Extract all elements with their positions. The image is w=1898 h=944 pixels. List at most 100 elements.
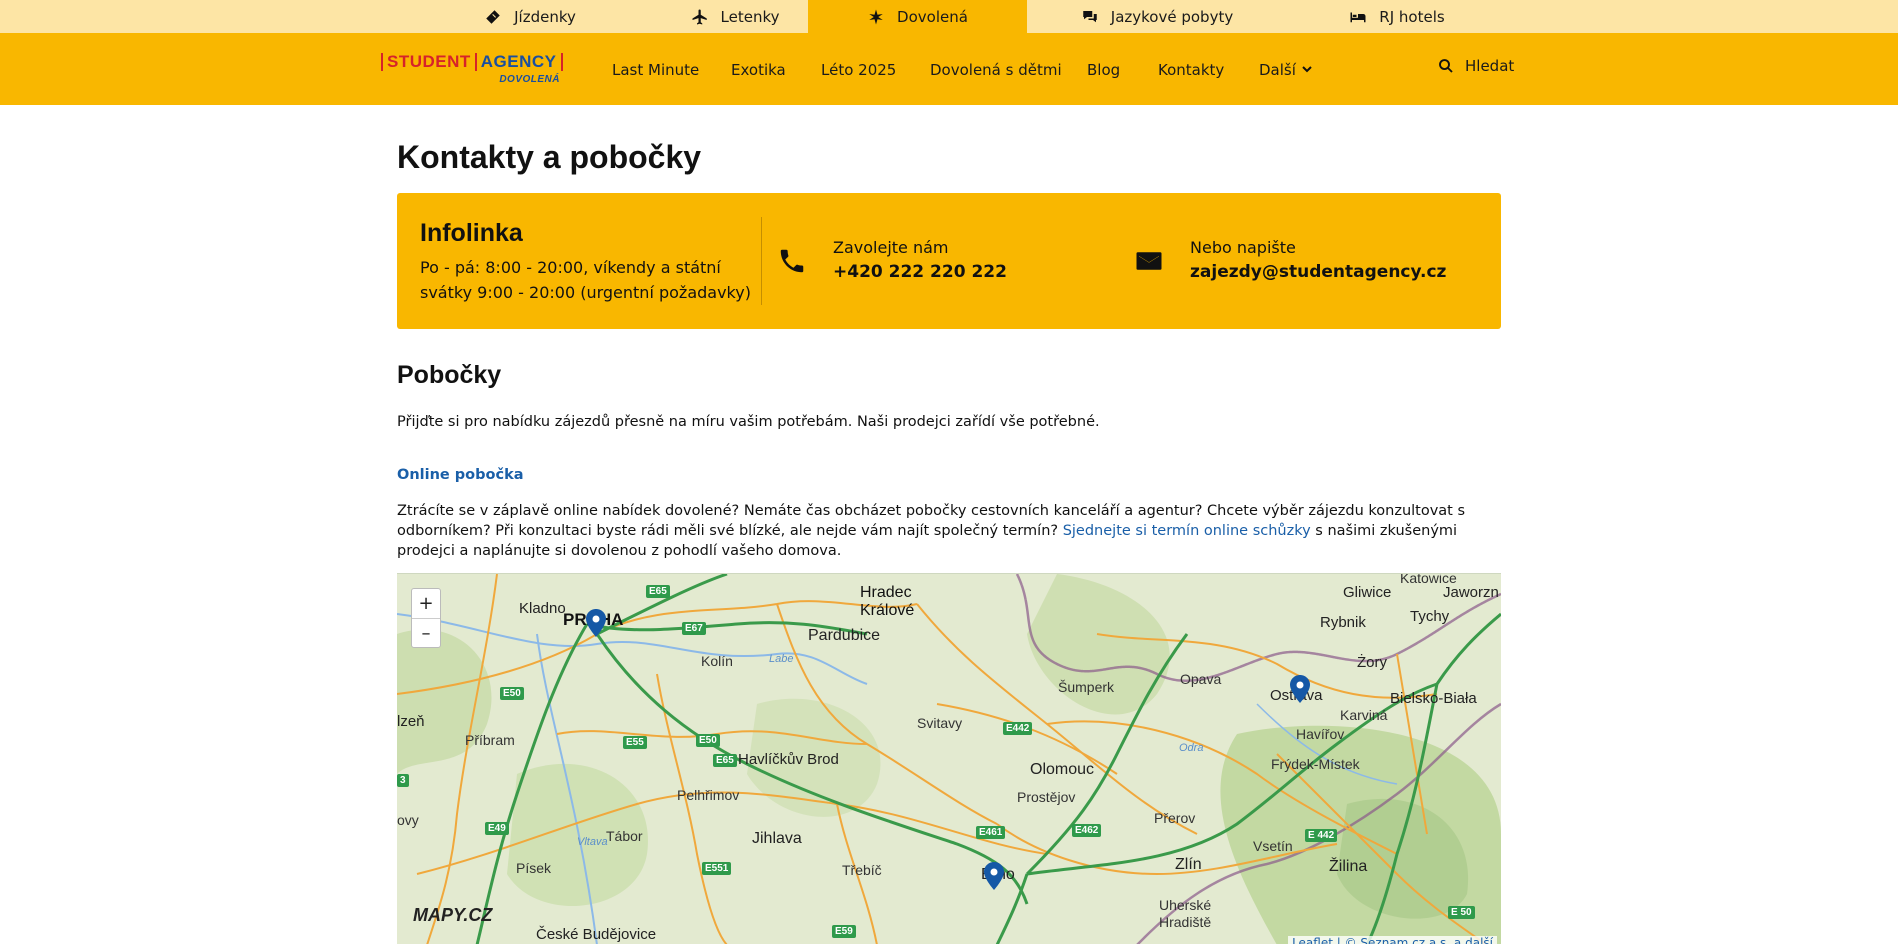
map-label: Vltava (577, 836, 608, 848)
online-branch-text: Ztrácíte se v záplavě online nabídek dov… (397, 501, 1507, 561)
map-label: Uherské (1159, 897, 1212, 913)
search-button[interactable]: Hledat (1437, 57, 1514, 75)
call-label: Zavolejte nám (833, 238, 949, 257)
map-label: Jaworzn (1443, 584, 1499, 601)
map-label: Pelhřimov (677, 787, 740, 803)
road-label: E59 (832, 925, 856, 938)
map-label: Hradec (860, 584, 912, 601)
nav-leto-2025[interactable]: Léto 2025 (821, 61, 896, 79)
map-label: Labe (769, 653, 794, 665)
branch-marker-brno[interactable] (984, 862, 1004, 890)
nav-dalsi[interactable]: Další (1259, 61, 1312, 79)
logo-wordmark: STUDENT AGENCY (381, 52, 563, 71)
tab-letenky[interactable]: Letenky (640, 0, 830, 33)
map-label: Pardubice (808, 627, 881, 644)
zoom-out-button[interactable]: – (412, 618, 440, 647)
nav-exotika[interactable]: Exotika (731, 61, 786, 79)
phone-icon (780, 249, 804, 273)
tab-rj-hotels[interactable]: RJ hotels (1287, 0, 1507, 33)
map-label: lzeň (397, 713, 425, 730)
chevron-down-icon (1302, 66, 1312, 73)
map-label: Olomouc (1030, 761, 1095, 778)
branches-heading: Pobočky (397, 361, 502, 389)
map-label: Opava (1180, 671, 1222, 687)
logo-sub: DOVOLENÁ (499, 74, 560, 85)
map-label: Żory (1357, 654, 1387, 671)
tab-jazykove-pobyty[interactable]: Jazykové pobyty (1027, 0, 1287, 33)
map-label: Havlíčkův Brod (738, 751, 839, 768)
tab-dovolena[interactable]: Dovolená (808, 0, 1027, 33)
infolinka-hours: Po - pá: 8:00 - 20:00, víkendy a státní … (420, 258, 751, 302)
logo-student: STUDENT (387, 52, 471, 71)
map-label: Svitavy (917, 715, 963, 731)
road-label: E 442 (1305, 829, 1338, 842)
road-label: E49 (485, 822, 509, 835)
bed-icon (1350, 12, 1366, 22)
map-label: Odra (1179, 742, 1204, 754)
tab-jizdenky[interactable]: Jízdenky (420, 0, 640, 33)
map-label: ovy (397, 812, 419, 828)
map-label: Přerov (1154, 810, 1196, 826)
search-icon (1439, 59, 1453, 73)
mail-icon (1136, 252, 1162, 270)
map-label: Gliwice (1343, 584, 1392, 601)
map-label: Zlín (1175, 856, 1202, 873)
logo-bar (560, 53, 563, 71)
nav-blog[interactable]: Blog (1087, 61, 1120, 79)
road-label: E65 (713, 754, 737, 767)
tab-label: Jazykové pobyty (1110, 7, 1234, 26)
map-label: Kolín (701, 653, 733, 669)
map-label: Kladno (519, 600, 566, 617)
map-label: Tychy (1410, 608, 1450, 625)
branch-marker-praha[interactable] (586, 609, 606, 637)
map-label: Tábor (606, 828, 643, 844)
map-label: Prostějov (1017, 789, 1076, 805)
logo-agency: AGENCY (480, 52, 557, 71)
online-meeting-link[interactable]: Sjednejte si termín online schůzky (1063, 523, 1311, 539)
branches-intro: Přijďte si pro nabídku zájezdů přesně na… (397, 414, 1100, 430)
road-label: E442 (1003, 722, 1033, 735)
map-label: Žilina (1329, 858, 1368, 875)
plane-icon (692, 9, 707, 24)
road-label: E461 (976, 826, 1006, 839)
nav-kontakty[interactable]: Kontakty (1158, 61, 1224, 79)
map-label: Jihlava (752, 830, 802, 847)
map-label: Králové (860, 602, 915, 619)
road-label: E50 (500, 687, 524, 700)
search-label: Hledat (1465, 57, 1515, 75)
product-bar: Jízdenky Letenky Dovolená Jazykové pobyt… (0, 0, 1898, 33)
map-label: Vsetín (1253, 838, 1293, 854)
road-label: E50 (696, 734, 720, 747)
road-label: E55 (623, 736, 647, 749)
map-label: Rybnik (1320, 614, 1366, 631)
tab-label: Jízdenky (514, 7, 576, 26)
ticket-icon (486, 9, 500, 24)
infolinka-box: Infolinka Po - pá: 8:00 - 20:00, víkendy… (397, 193, 1501, 329)
map-zoom-control: + – (411, 588, 441, 648)
page-title: Kontakty a pobočky (397, 139, 702, 175)
write-label: Nebo napište (1190, 238, 1296, 257)
road-label: E67 (682, 622, 706, 635)
nav-last-minute[interactable]: Last Minute (612, 61, 699, 79)
branch-marker-ostrava[interactable] (1290, 675, 1310, 703)
map-label: Bielsko-Biała (1390, 690, 1477, 707)
nav-dalsi-label: Další (1259, 61, 1296, 79)
phone-number[interactable]: +420 222 220 222 (833, 262, 1007, 282)
map-label: Šumperk (1058, 679, 1115, 695)
nav-dovolena-s-detmi[interactable]: Dovolená s dětmi (930, 61, 1062, 79)
chat-icon (1083, 10, 1097, 22)
road-label: 3 (397, 774, 409, 787)
map-label: České Budějovice (536, 926, 657, 943)
student-agency-logo[interactable]: STUDENT AGENCY DOVOLENÁ (381, 52, 563, 87)
road-label: E 50 (1448, 906, 1475, 919)
road-label: E551 (702, 862, 732, 875)
email-address[interactable]: zajezdy@studentagency.cz (1190, 262, 1446, 282)
tab-label: Letenky (720, 7, 780, 26)
divider (761, 217, 762, 305)
map-attribution[interactable]: Leaflet | © Seznam.cz a.s. a další (1288, 936, 1497, 944)
branches-map[interactable]: Kladno PRAHA Hradec Králové Pardubice Ko… (397, 573, 1501, 944)
zoom-in-button[interactable]: + (412, 589, 440, 618)
mapy-cz-logo[interactable]: MAPY.CZ (413, 905, 492, 926)
map-label: Písek (516, 860, 552, 876)
road-label: E65 (646, 585, 670, 598)
